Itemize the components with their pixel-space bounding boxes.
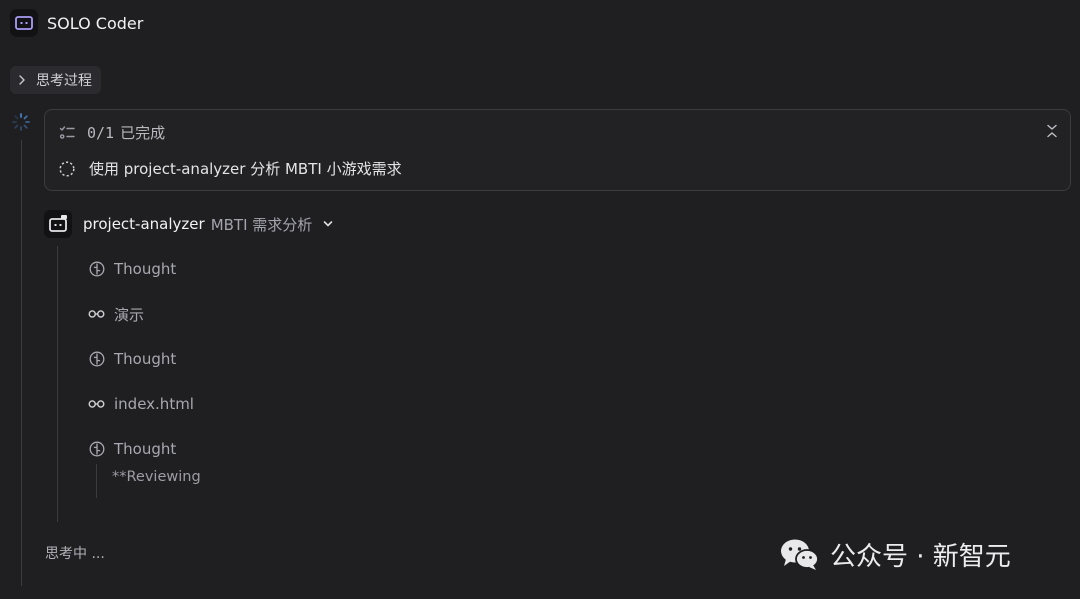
agent-name: project-analyzer <box>83 215 205 233</box>
task-item-label: 使用 project-analyzer 分析 MBTI 小游戏需求 <box>89 160 402 178</box>
checklist-icon <box>59 125 75 141</box>
task-summary: 0/1 已完成 <box>59 122 165 143</box>
step-label: Thought <box>114 350 177 368</box>
step-thought[interactable]: Thought <box>88 348 176 370</box>
glasses-icon <box>88 308 105 320</box>
step-label: index.html <box>114 395 194 413</box>
app-title: SOLO Coder <box>47 13 144 33</box>
loading-spinner-icon <box>11 112 31 136</box>
collapse-icon[interactable] <box>1046 124 1058 138</box>
brain-icon <box>88 441 105 457</box>
pending-circle-icon <box>59 160 75 177</box>
brain-icon <box>88 351 105 367</box>
step-thought[interactable]: Thought <box>88 258 176 280</box>
step-label: 演示 <box>114 305 145 324</box>
task-list-panel: 0/1 已完成 使用 project-analyzer 分析 MBTI 小游戏需… <box>44 109 1071 191</box>
agent-rail <box>57 246 58 522</box>
chevron-down-icon[interactable] <box>322 218 334 230</box>
thinking-process-toggle[interactable]: 思考过程 <box>10 66 101 94</box>
robot-avatar-icon <box>44 210 72 238</box>
app-header: SOLO Coder <box>10 8 143 38</box>
step-thought[interactable]: Thought <box>88 438 176 460</box>
task-item[interactable]: 使用 project-analyzer 分析 MBTI 小游戏需求 <box>59 158 402 179</box>
chevron-right-icon <box>16 74 28 86</box>
solo-logo-icon <box>10 9 38 37</box>
glasses-icon <box>88 398 105 410</box>
thinking-status: 思考中 ... <box>45 546 105 562</box>
timeline-rail <box>21 140 22 586</box>
thought-content: **Reviewing <box>112 469 201 485</box>
step-label: Thought <box>114 440 177 458</box>
agent-header[interactable]: project-analyzer MBTI 需求分析 <box>44 210 334 238</box>
agent-task: MBTI 需求分析 <box>210 215 313 234</box>
task-count: 0/1 <box>87 123 115 142</box>
brain-icon <box>88 261 105 277</box>
wechat-icon <box>780 538 820 572</box>
thought-rail <box>96 464 97 498</box>
thinking-process-label: 思考过程 <box>36 73 92 89</box>
watermark-text: 公众号 · 新智元 <box>830 542 1011 572</box>
watermark: 公众号 · 新智元 <box>780 536 1011 573</box>
task-status: 已完成 <box>120 124 166 142</box>
step-view[interactable]: index.html <box>88 393 194 415</box>
step-label: Thought <box>114 260 177 278</box>
step-view[interactable]: 演示 <box>88 303 144 325</box>
